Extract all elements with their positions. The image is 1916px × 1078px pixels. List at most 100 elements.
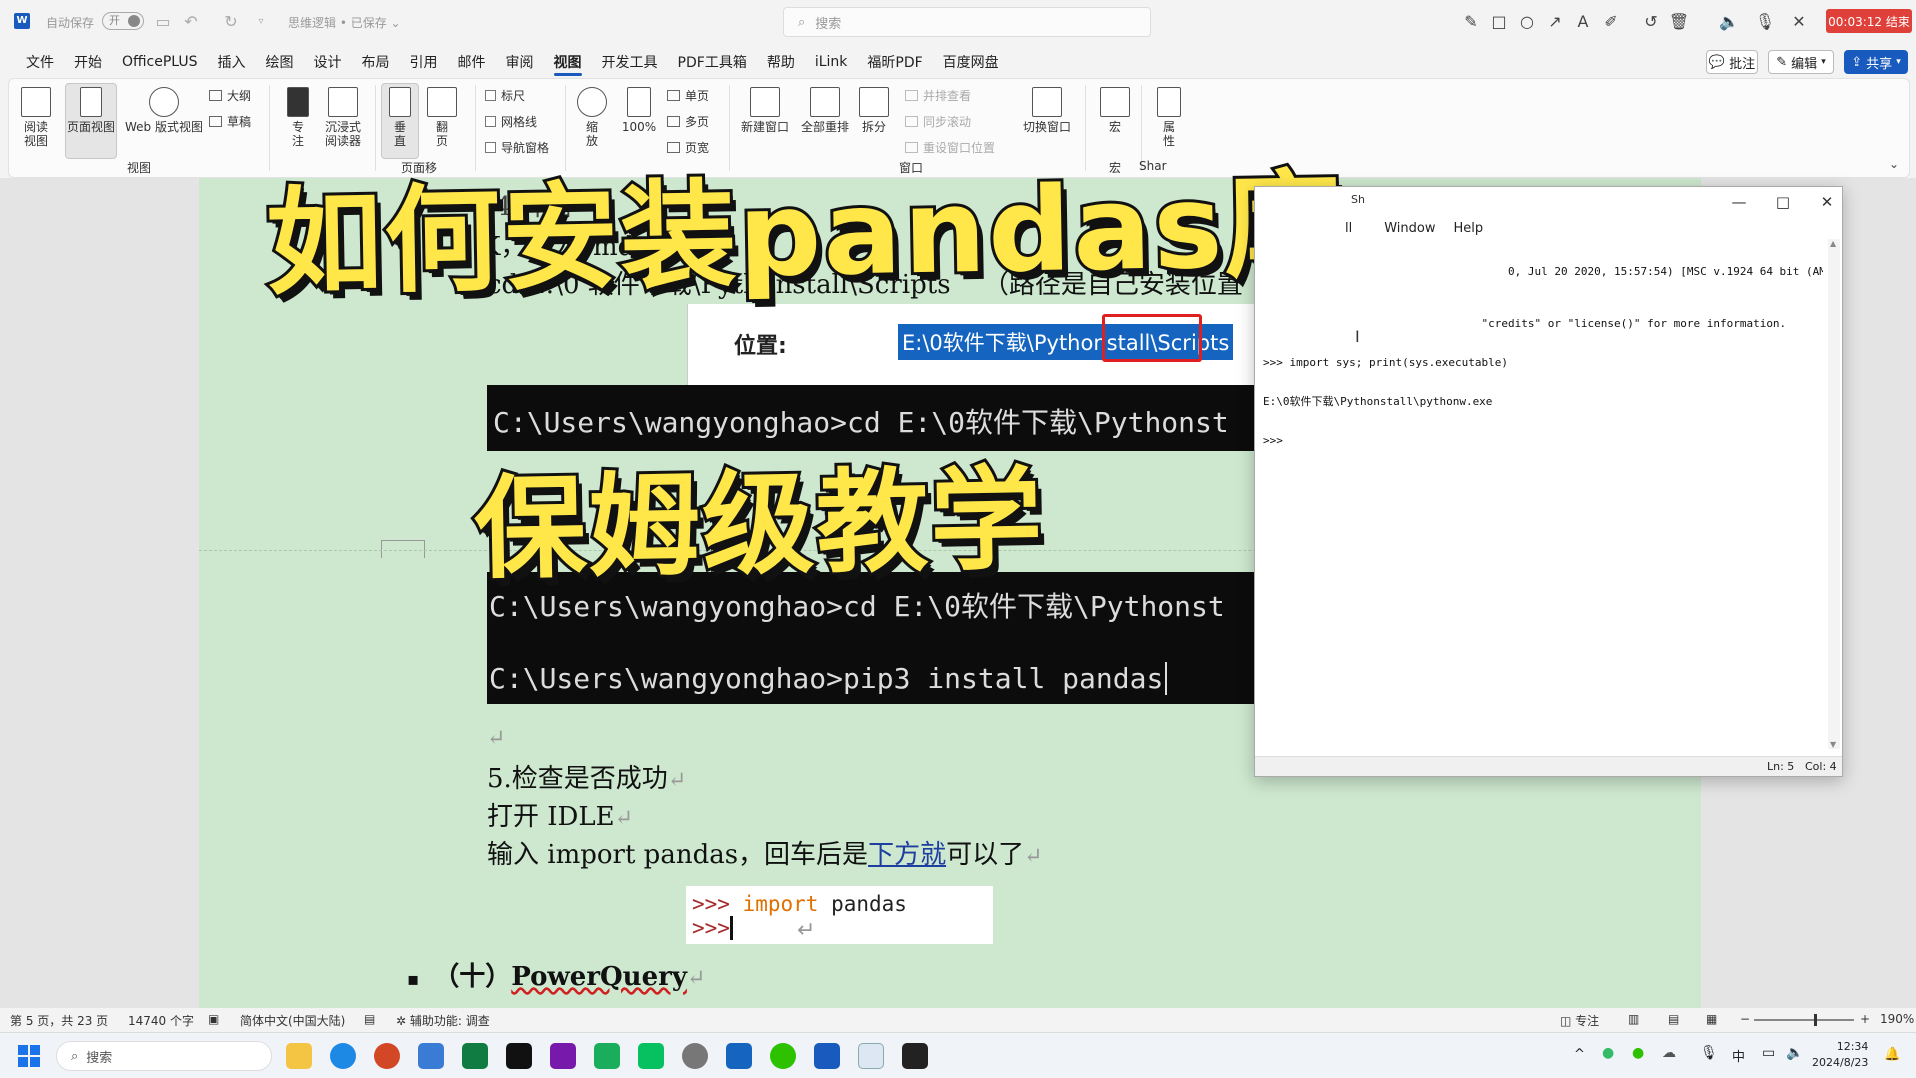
excel-icon[interactable]: [462, 1043, 488, 1069]
pycharm-icon[interactable]: [506, 1043, 532, 1069]
start-icon[interactable]: [18, 1045, 40, 1067]
menu-item-9[interactable]: 审阅: [496, 48, 544, 76]
highlighter-icon[interactable]: ✐: [1600, 10, 1622, 32]
arrow-icon[interactable]: ↗: [1544, 10, 1566, 32]
circle-icon[interactable]: ○: [1516, 10, 1538, 32]
network-icon[interactable]: ▭: [1762, 1045, 1775, 1061]
remote-desktop-icon[interactable]: [418, 1043, 444, 1069]
onedrive-icon[interactable]: ☁: [1662, 1045, 1676, 1061]
menu-item-1[interactable]: 开始: [64, 48, 112, 76]
volume-icon[interactable]: 🔈: [1786, 1045, 1803, 1061]
outline-button[interactable]: 大纲: [209, 87, 251, 104]
read-view-button[interactable]: 阅读 视图: [21, 87, 51, 148]
trash-icon[interactable]: 🗑: [1668, 10, 1690, 32]
menu-item-8[interactable]: 邮件: [448, 48, 496, 76]
accessibility-status[interactable]: ✲ 辅助功能: 调查: [396, 1012, 490, 1029]
zoom-slider-thumb[interactable]: [1814, 1014, 1817, 1026]
zoom-in-icon[interactable]: +: [1860, 1012, 1870, 1026]
text-icon[interactable]: A: [1572, 10, 1594, 32]
side-by-side-button[interactable]: 并排查看: [905, 87, 971, 104]
split-button[interactable]: 拆分: [855, 87, 893, 134]
python-idle-icon[interactable]: [858, 1043, 884, 1069]
tray-chevron-icon[interactable]: ^: [1574, 1047, 1585, 1062]
collapse-ribbon-icon[interactable]: ⌄: [1889, 157, 1899, 171]
macro-record-icon[interactable]: ▤: [364, 1012, 375, 1026]
close-icon[interactable]: ✕: [1788, 10, 1810, 32]
multi-page-button[interactable]: 多页: [667, 113, 709, 130]
macros-button[interactable]: 宏: [1095, 87, 1135, 134]
idle-shell-window[interactable]: Sh — □ ✕ ll Window Help 0, Jul 20 2020, …: [1254, 186, 1843, 777]
word-logo-icon[interactable]: W: [14, 13, 30, 29]
page-view-button[interactable]: 页面视图: [65, 87, 117, 134]
rectangle-icon[interactable]: □: [1488, 10, 1510, 32]
menu-item-0[interactable]: 文件: [16, 48, 64, 76]
tray-mic-icon[interactable]: 🎙: [1700, 1045, 1718, 1061]
speaker-icon[interactable]: 🔈: [1718, 10, 1740, 32]
one-page-button[interactable]: 单页: [667, 87, 709, 104]
idle-menu-help[interactable]: Help: [1454, 221, 1484, 236]
wechat-icon[interactable]: [770, 1043, 796, 1069]
arrange-all-button[interactable]: 全部重排: [797, 87, 853, 134]
menu-item-12[interactable]: PDF工具箱: [668, 48, 757, 76]
autosave-toggle[interactable]: 开: [102, 12, 144, 30]
menu-item-16[interactable]: 百度网盘: [933, 48, 1009, 76]
immersive-reader-button[interactable]: 沉浸式 阅读器: [321, 87, 365, 148]
ime-indicator[interactable]: 中: [1732, 1046, 1745, 1065]
scroll-up-icon[interactable]: ▲: [1830, 239, 1836, 248]
app-green-icon[interactable]: [638, 1043, 664, 1069]
word-count[interactable]: 14740 个字: [128, 1012, 194, 1029]
terminal-icon[interactable]: [902, 1043, 928, 1069]
save-icon[interactable]: ▭: [152, 10, 174, 32]
language[interactable]: 简体中文(中国大陆): [240, 1012, 345, 1029]
maximize-icon[interactable]: □: [1769, 191, 1797, 213]
tray-wechat-icon[interactable]: ●: [1632, 1045, 1644, 1061]
edit-button[interactable]: ✎ 编辑 ▾: [1768, 50, 1834, 74]
idle-title-bar[interactable]: Sh — □ ✕: [1255, 187, 1842, 217]
menu-item-6[interactable]: 布局: [352, 48, 400, 76]
menu-item-5[interactable]: 设计: [304, 48, 352, 76]
edge-icon[interactable]: [330, 1043, 356, 1069]
page-count[interactable]: 第 5 页，共 23 页: [10, 1012, 108, 1029]
share-button[interactable]: ⇪ 共享 ▾: [1844, 50, 1908, 74]
powerpoint-icon[interactable]: [374, 1043, 400, 1069]
undo-icon[interactable]: ↶: [180, 10, 202, 32]
customize-qat-icon[interactable]: ▿: [250, 10, 272, 32]
pen-icon[interactable]: ✎: [1460, 10, 1482, 32]
menu-item-15[interactable]: 福昕PDF: [857, 48, 932, 76]
proofing-icon[interactable]: ▣: [208, 1012, 219, 1026]
taskbar-search[interactable]: ⌕ 搜索: [56, 1041, 272, 1071]
print-layout-icon[interactable]: ▤: [1668, 1012, 1679, 1026]
menu-item-4[interactable]: 绘图: [256, 48, 304, 76]
zoom-100-button[interactable]: 100%: [621, 87, 657, 134]
document-title[interactable]: 思维逻辑 • 已保存 ⌄: [288, 14, 401, 31]
close-icon[interactable]: ✕: [1813, 191, 1841, 213]
refresh-icon[interactable]: ↺: [1640, 10, 1662, 32]
menu-item-13[interactable]: 帮助: [757, 48, 805, 76]
web-view-button[interactable]: Web 版式视图: [121, 87, 207, 134]
app-g-icon[interactable]: [726, 1043, 752, 1069]
focus-mode[interactable]: ◫ 专注: [1560, 1012, 1599, 1029]
menu-item-10[interactable]: 视图: [544, 48, 592, 76]
web-layout-icon[interactable]: ▦: [1706, 1012, 1717, 1026]
zoom-out-icon[interactable]: −: [1740, 1012, 1750, 1026]
notification-icon[interactable]: 🔔: [1884, 1047, 1900, 1062]
menu-item-3[interactable]: 插入: [208, 48, 256, 76]
menu-item-14[interactable]: iLink: [805, 48, 858, 76]
idle-menu-shell[interactable]: ll: [1345, 221, 1352, 236]
menu-item-2[interactable]: OfficePLUS: [112, 48, 208, 76]
vertical-button[interactable]: 垂 直: [385, 87, 415, 148]
idle-scrollbar[interactable]: ▲ ▼: [1828, 239, 1840, 749]
idle-shell-text[interactable]: 0, Jul 20 2020, 15:57:54) [MSC v.1924 64…: [1263, 239, 1823, 749]
minimize-icon[interactable]: —: [1725, 191, 1753, 213]
sync-scroll-button[interactable]: 同步滚动: [905, 113, 971, 130]
settings-icon[interactable]: [682, 1043, 708, 1069]
scroll-down-icon[interactable]: ▼: [1830, 740, 1836, 749]
zoom-slider[interactable]: [1754, 1014, 1854, 1026]
read-mode-icon[interactable]: ▥: [1628, 1012, 1639, 1026]
new-window-button[interactable]: 新建窗口: [737, 87, 793, 134]
zoom-button[interactable]: 缩 放: [577, 87, 607, 148]
microphone-icon[interactable]: 🎙: [1754, 10, 1776, 32]
page-flip-button[interactable]: 翻 页: [427, 87, 457, 148]
ruler-checkbox[interactable]: 标尺: [485, 87, 525, 104]
menu-item-11[interactable]: 开发工具: [592, 48, 668, 76]
